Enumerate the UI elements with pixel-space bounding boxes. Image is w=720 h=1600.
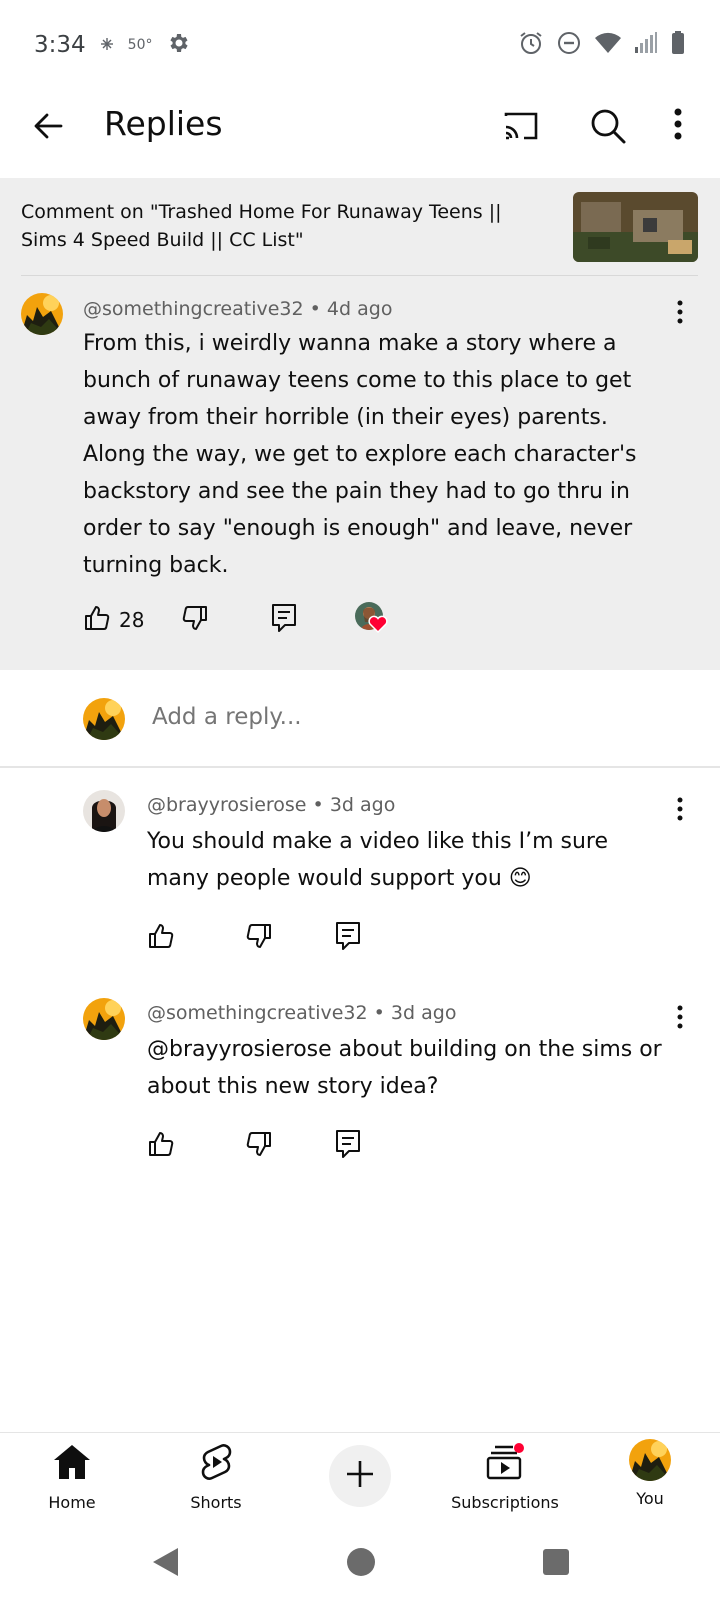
thumbs-down-icon bbox=[245, 1130, 273, 1162]
comment-reply-icon bbox=[335, 1129, 361, 1163]
bottom-nav: Home Shorts Subscriptions You bbox=[0, 1432, 720, 1528]
thumbs-up-icon bbox=[147, 922, 175, 954]
thumbs-up-icon bbox=[147, 1130, 175, 1162]
shorts-icon bbox=[198, 1443, 234, 1485]
divider bbox=[21, 275, 698, 276]
creator-heart-badge bbox=[355, 602, 391, 636]
dislike-button[interactable] bbox=[245, 922, 273, 954]
video-context-title[interactable]: Comment on "Trashed Home For Runaway Tee… bbox=[21, 198, 551, 254]
cast-button[interactable] bbox=[502, 106, 542, 146]
status-time: 3:34 bbox=[34, 32, 86, 58]
thumbs-down-icon bbox=[181, 604, 209, 636]
back-arrow-icon bbox=[31, 109, 65, 147]
back-button[interactable] bbox=[28, 108, 68, 148]
battery-icon bbox=[670, 30, 686, 60]
add-reply-row bbox=[0, 670, 720, 768]
video-thumbnail[interactable] bbox=[573, 192, 698, 262]
system-back-icon[interactable] bbox=[150, 1546, 180, 1582]
meta-separator: • bbox=[309, 298, 321, 320]
more-vert-icon bbox=[677, 797, 683, 825]
nav-home-label: Home bbox=[48, 1493, 96, 1512]
meta-separator: • bbox=[373, 1002, 385, 1024]
dislike-button[interactable] bbox=[181, 604, 209, 636]
create-plus-icon bbox=[345, 1459, 375, 1493]
like-button[interactable]: 28 bbox=[83, 604, 144, 636]
thumbs-down-icon bbox=[245, 922, 273, 954]
comment-time: 3d ago bbox=[390, 1002, 457, 1024]
nav-shorts-label: Shorts bbox=[190, 1493, 242, 1512]
comment-more-button[interactable] bbox=[668, 796, 692, 826]
signal-icon bbox=[634, 31, 658, 59]
comment-meta: @brayyrosierose • 3d ago bbox=[147, 794, 395, 816]
comment-time: 3d ago bbox=[329, 794, 396, 816]
alarm-icon bbox=[518, 30, 544, 60]
thumbs-up-icon bbox=[83, 604, 111, 636]
subscriptions-icon bbox=[485, 1443, 525, 1485]
comment-reply-icon bbox=[271, 603, 297, 637]
nav-home[interactable]: Home bbox=[7, 1443, 137, 1512]
more-options-button[interactable] bbox=[660, 104, 696, 148]
avatar[interactable] bbox=[83, 998, 125, 1040]
reply-button[interactable] bbox=[335, 921, 361, 955]
nav-you-label: You bbox=[636, 1489, 664, 1508]
like-button[interactable] bbox=[147, 922, 175, 954]
system-recents-icon[interactable] bbox=[542, 1548, 570, 1580]
more-vert-icon bbox=[677, 1005, 683, 1033]
avatar[interactable] bbox=[83, 790, 125, 832]
dnd-icon bbox=[556, 30, 582, 60]
avatar bbox=[629, 1439, 671, 1481]
comment-author[interactable]: @somethingcreative32 bbox=[83, 298, 304, 320]
app-bar: Replies bbox=[0, 90, 720, 178]
wifi-icon bbox=[594, 31, 622, 59]
more-vert-icon bbox=[677, 300, 683, 328]
parent-comment-section: Comment on "Trashed Home For Runaway Tee… bbox=[0, 178, 720, 670]
status-temperature: 50° bbox=[127, 37, 153, 53]
comment-meta: @somethingcreative32 • 3d ago bbox=[147, 1002, 456, 1024]
add-reply-input[interactable] bbox=[152, 704, 672, 730]
heart-icon bbox=[368, 615, 388, 637]
search-icon bbox=[586, 109, 630, 152]
cast-icon bbox=[502, 112, 542, 150]
nav-shorts[interactable]: Shorts bbox=[151, 1443, 281, 1512]
comment-author[interactable]: @somethingcreative32 bbox=[147, 1002, 368, 1024]
dislike-button[interactable] bbox=[245, 1130, 273, 1162]
avatar[interactable] bbox=[21, 293, 63, 335]
search-button[interactable] bbox=[586, 104, 630, 148]
comment-more-button[interactable] bbox=[668, 299, 692, 329]
comment-time: 4d ago bbox=[326, 298, 393, 320]
settings-icon bbox=[166, 31, 190, 59]
nav-subscriptions-label: Subscriptions bbox=[451, 1493, 559, 1512]
comment-meta: @somethingcreative32 • 4d ago bbox=[83, 298, 392, 320]
nav-you[interactable]: You bbox=[585, 1439, 715, 1508]
system-nav-bar bbox=[0, 1528, 720, 1600]
meta-separator: • bbox=[312, 794, 324, 816]
more-vert-icon bbox=[673, 107, 683, 145]
system-home-icon[interactable] bbox=[345, 1546, 377, 1582]
comment-more-button[interactable] bbox=[668, 1004, 692, 1034]
reply-button[interactable] bbox=[335, 1129, 361, 1163]
weather-icon bbox=[100, 36, 114, 55]
comment-reply-icon bbox=[335, 921, 361, 955]
like-button[interactable] bbox=[147, 1130, 175, 1162]
like-count: 28 bbox=[119, 608, 145, 632]
nav-subscriptions[interactable]: Subscriptions bbox=[440, 1443, 570, 1512]
comment-text: You should make a video like this I’m su… bbox=[147, 829, 609, 891]
avatar bbox=[83, 698, 125, 740]
create-button[interactable] bbox=[329, 1445, 391, 1507]
comment-author[interactable]: @brayyrosierose bbox=[147, 794, 307, 816]
home-icon bbox=[52, 1443, 92, 1485]
reply-button[interactable] bbox=[271, 603, 297, 637]
comment-text: @brayyrosierose about building on the si… bbox=[147, 1037, 662, 1099]
status-bar: 3:34 50° bbox=[0, 0, 720, 90]
comment-text: From this, i weirdly wanna make a story … bbox=[83, 331, 637, 578]
page-title: Replies bbox=[104, 104, 223, 143]
